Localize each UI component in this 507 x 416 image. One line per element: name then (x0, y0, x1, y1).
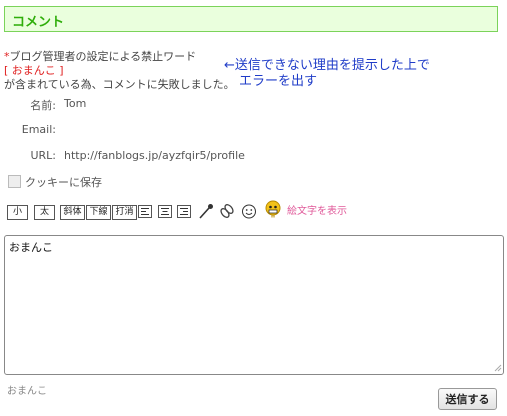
banned-word: おまんこ (11, 64, 56, 77)
color-picker-icon[interactable] (198, 203, 214, 219)
align-center-icon[interactable] (158, 203, 174, 219)
resize-grip-icon[interactable] (494, 364, 502, 372)
link-icon[interactable] (219, 203, 235, 219)
align-left-icon[interactable] (138, 203, 154, 219)
error-message: *ブログ管理者の設定による禁止ワード [ おまんこ ] が含まれている為、コメン… (4, 50, 235, 92)
comment-preview: おまんこ (7, 386, 47, 397)
email-label: Email: (21, 123, 56, 136)
show-emoji-link[interactable]: 絵文字を表示 (287, 202, 347, 217)
small-text-button[interactable]: 小 (7, 205, 28, 220)
comment-section-header: コメント (4, 6, 498, 32)
cookie-checkbox[interactable] (8, 175, 21, 188)
error-bracket-open: [ (4, 64, 12, 77)
smiley-icon[interactable] (241, 203, 257, 219)
url-value[interactable]: http://fanblogs.jp/ayzfqir5/profile (64, 149, 245, 162)
cookie-label: クッキーに保存 (25, 176, 102, 189)
annotation-note: ←送信できない理由を提示した上で エラーを出す (224, 58, 430, 90)
name-value[interactable]: Tom (64, 97, 86, 110)
name-label: 名前: (30, 99, 56, 112)
annotation-line-1: ←送信できない理由を提示した上で (224, 58, 430, 73)
comment-section-title: コメント (12, 15, 65, 30)
cookie-option[interactable]: クッキーに保存 (8, 174, 102, 190)
submit-button[interactable]: 送信する (438, 388, 497, 410)
comment-textarea[interactable]: おまんこ (4, 235, 504, 375)
strikethrough-button[interactable]: 打消 (112, 205, 137, 220)
error-line-1: ブログ管理者の設定による禁止ワード (9, 50, 197, 63)
italic-button[interactable]: 斜体 (60, 205, 85, 220)
align-right-icon[interactable] (177, 203, 193, 219)
emoji-icon[interactable] (264, 200, 282, 218)
annotation-line-2: エラーを出す (239, 74, 318, 89)
url-label: URL: (30, 149, 56, 162)
error-line-3: が含まれている為、コメントに失敗しました。 (4, 78, 235, 91)
bold-button[interactable]: 太 (34, 205, 55, 220)
underline-button[interactable]: 下線 (86, 205, 111, 220)
error-bracket-close: ] (55, 64, 64, 77)
